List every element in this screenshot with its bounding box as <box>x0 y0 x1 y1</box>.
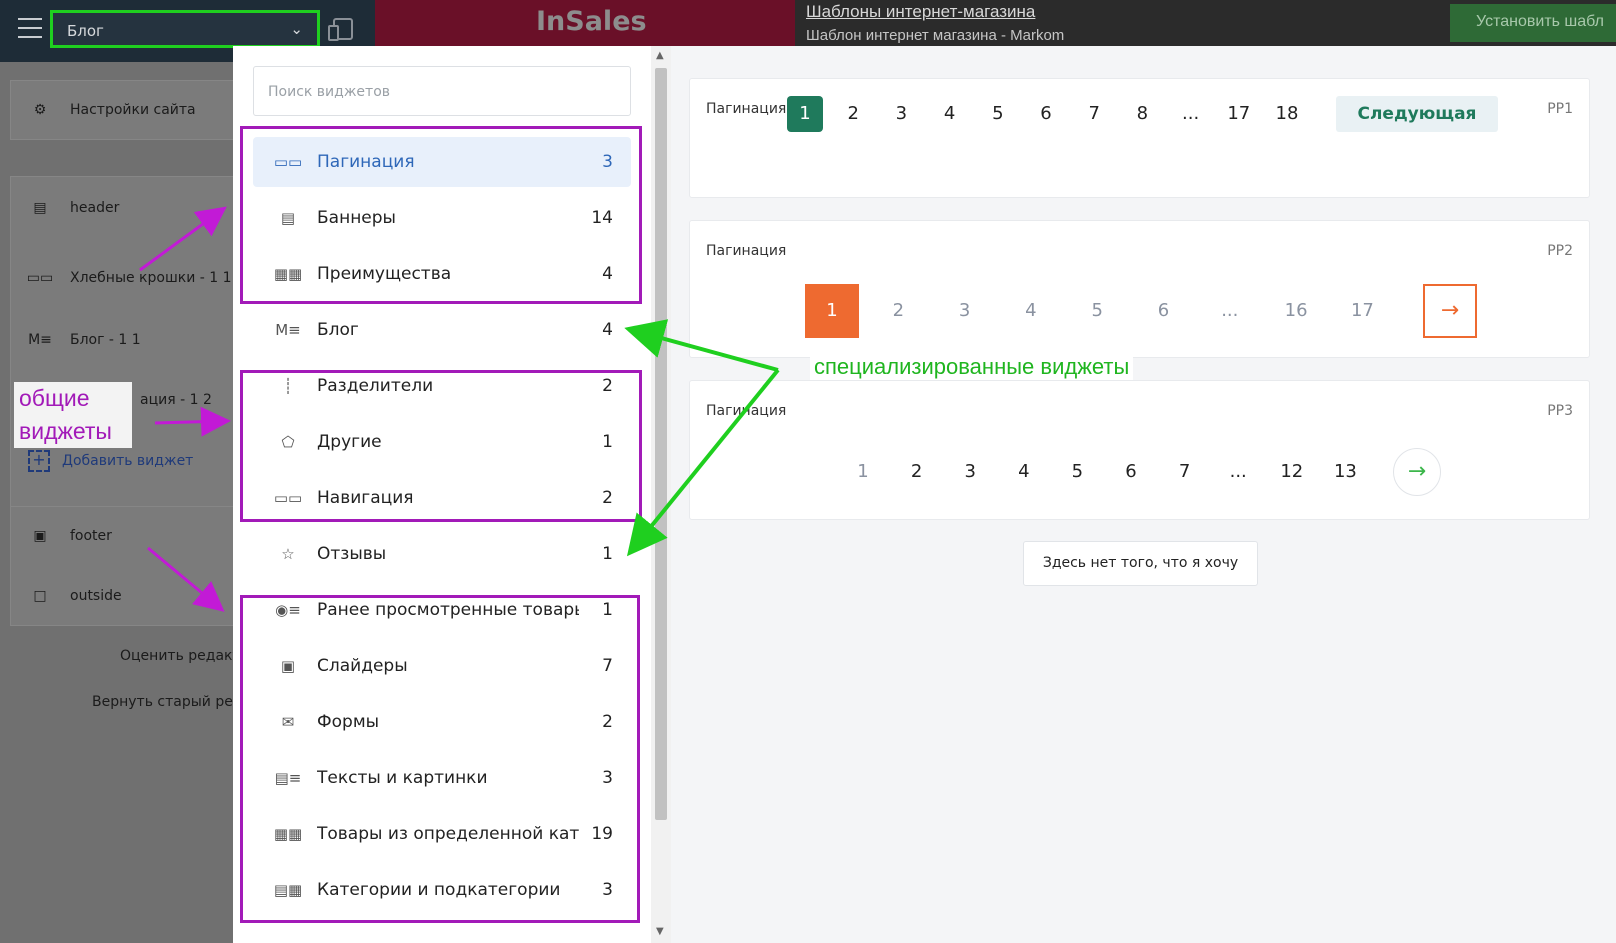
blog-icon: M≡ <box>275 321 301 339</box>
page-number: 3 <box>964 461 976 482</box>
page-number: 4 <box>1018 461 1030 482</box>
page-number: ... <box>1229 461 1247 482</box>
general-widgets-box-3 <box>240 595 640 923</box>
page-select-value: Блог <box>67 22 104 40</box>
widget-category-reviews[interactable]: ☆ Отзывы 1 <box>253 529 631 579</box>
page-number: 17 <box>1227 103 1251 124</box>
page-number: 1 <box>787 96 823 132</box>
header-icon: ▤ <box>33 200 47 216</box>
add-widget-label: Добавить виджет <box>62 453 194 469</box>
menu-icon[interactable] <box>18 18 42 40</box>
annotation-line: виджеты <box>19 418 112 444</box>
page-number: 7 <box>1088 103 1100 124</box>
device-preview-icon[interactable] <box>326 16 356 44</box>
category-count: 4 <box>602 320 613 340</box>
page-select[interactable]: Блог ⌄ <box>50 10 320 48</box>
sidebar-item-footer[interactable]: ▣ footer <box>10 506 240 566</box>
page-number: 1 <box>805 284 859 338</box>
reviews-icon: ☆ <box>281 545 295 563</box>
chevron-down-icon: ⌄ <box>290 20 303 38</box>
sidebar-item-label: footer <box>70 528 112 544</box>
site-settings-item[interactable]: ⚙ Настройки сайта <box>10 80 240 140</box>
pagination-preview-pp3[interactable]: Пагинация PP3 <box>689 380 1590 520</box>
scroll-down-icon[interactable]: ▼ <box>656 926 664 937</box>
page-number: 5 <box>1091 300 1103 321</box>
page-number: 5 <box>1071 461 1084 482</box>
category-count: 1 <box>602 544 613 564</box>
footer-icon: ▣ <box>33 528 47 544</box>
page-number: 2 <box>892 300 905 321</box>
page-number: ... <box>1182 103 1200 124</box>
return-old-editor-link[interactable]: Вернуть старый ред <box>92 694 243 710</box>
general-widgets-box-1 <box>240 126 642 304</box>
sidebar-item-label: header <box>70 200 120 216</box>
page-number: 1 <box>857 461 869 482</box>
page-number: 7 <box>1178 461 1191 482</box>
page-number: 2 <box>847 103 859 124</box>
sidebar-item-pagination[interactable]: ация - 1 2 <box>140 370 240 430</box>
sidebar-item-outside[interactable]: □ outside <box>10 566 240 626</box>
insales-logo: InSales <box>536 6 647 37</box>
annotation-line: общие <box>19 385 90 411</box>
arrow-right-icon: → <box>1393 448 1441 496</box>
page-number: 3 <box>958 300 971 321</box>
page-number: 16 <box>1284 300 1308 321</box>
sidebar-item-label: Хлебные крошки - 1 1 <box>70 270 232 286</box>
page-number: 18 <box>1275 103 1299 124</box>
page-number: 3 <box>895 103 908 124</box>
sidebar-item-header[interactable]: ▤ header <box>10 178 240 238</box>
preview-code: PP2 <box>1547 243 1573 259</box>
page-number: 5 <box>992 103 1004 124</box>
breadcrumbs-icon: ▭▭ <box>26 270 54 286</box>
scroll-up-icon[interactable]: ▲ <box>656 50 664 61</box>
page-number: 2 <box>910 461 923 482</box>
specialized-widgets-annotation: специализированные виджеты <box>810 354 1134 380</box>
preview-title: Пагинация <box>706 403 787 419</box>
page-number: 8 <box>1136 103 1149 124</box>
sidebar-item-label: outside <box>70 588 122 604</box>
general-widgets-annotation: общие виджеты <box>14 382 132 448</box>
page-number: 4 <box>943 103 956 124</box>
sidebar-item-breadcrumbs[interactable]: ▭▭ Хлебные крошки - 1 1 <box>10 248 240 308</box>
category-name: Отзывы <box>317 544 387 564</box>
page-number: 6 <box>1040 103 1052 124</box>
gear-icon: ⚙ <box>33 102 47 118</box>
site-settings-label: Настройки сайта <box>70 102 196 118</box>
sidebar-item-label: Блог - 1 1 <box>70 332 141 348</box>
not-found-button[interactable]: Здесь нет того, что я хочу <box>1023 541 1258 586</box>
preview-code: PP3 <box>1547 403 1573 419</box>
scrollbar-thumb[interactable] <box>655 68 667 820</box>
widget-list-scrollbar[interactable]: ▲ ▼ <box>651 46 671 943</box>
page-number: 13 <box>1333 461 1357 482</box>
category-name: Блог <box>317 320 359 340</box>
page-number: 6 <box>1157 300 1170 321</box>
page-number: 12 <box>1280 461 1304 482</box>
sidebar-item-label: ация - 1 2 <box>140 392 212 408</box>
pp1-next-button: Следующая <box>1336 96 1498 132</box>
general-widgets-box-2 <box>240 370 642 522</box>
sidebar-item-blog[interactable]: M≡ Блог - 1 1 <box>10 310 240 370</box>
add-widget-button[interactable]: + Добавить виджет <box>28 450 193 472</box>
preview-code: PP1 <box>1547 101 1573 117</box>
widget-search-input[interactable]: Поиск виджетов <box>253 66 631 116</box>
template-subtitle: Шаблон интернет магазина - Markom <box>806 27 1065 44</box>
templates-link[interactable]: Шаблоны интернет-магазина <box>806 2 1035 22</box>
preview-title: Пагинация <box>706 101 787 117</box>
page-number: ... <box>1221 300 1239 321</box>
install-template-button[interactable]: Установить шабл <box>1450 4 1616 42</box>
add-icon: + <box>28 450 50 472</box>
widget-category-blog[interactable]: M≡ Блог 4 <box>253 305 631 355</box>
blog-icon: M≡ <box>28 332 52 348</box>
rate-editor-link[interactable]: Оценить редакт <box>120 648 241 664</box>
page-number: 6 <box>1125 461 1137 482</box>
page-number: 17 <box>1350 300 1374 321</box>
outside-icon: □ <box>33 588 47 604</box>
arrow-right-icon: → <box>1423 284 1477 338</box>
preview-title: Пагинация <box>706 243 787 259</box>
page-number: 4 <box>1025 300 1037 321</box>
